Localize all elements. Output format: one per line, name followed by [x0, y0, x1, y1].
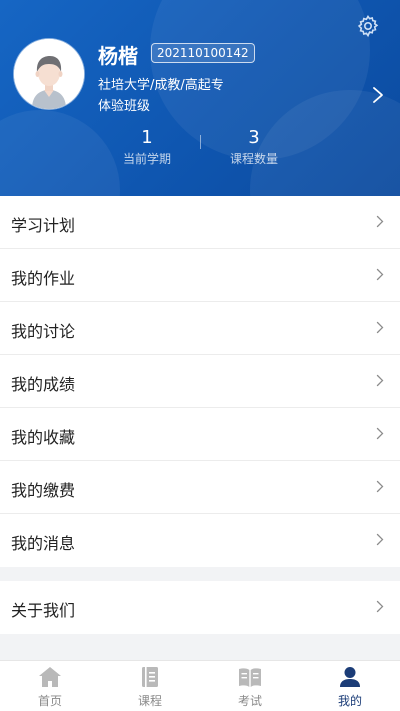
school-info: 社培大学/成教/高起专 [98, 78, 224, 93]
menu-item-discussion[interactable]: 我的讨论 [0, 302, 400, 355]
menu-item-label: 学习计划 [11, 216, 76, 235]
tab-label: 考试 [237, 694, 262, 708]
menu-item-homework[interactable]: 我的作业 [0, 249, 400, 302]
menu-item-label: 关于我们 [11, 601, 76, 620]
chevron-right-icon [376, 480, 384, 493]
menu-item-label: 我的成绩 [11, 375, 76, 394]
book-icon [142, 667, 158, 687]
chevron-right-icon [376, 374, 384, 387]
stat-course-count[interactable]: 3 课程数量 [204, 128, 304, 167]
profile-chevron-right-icon[interactable] [372, 86, 384, 104]
chevron-right-icon [376, 600, 384, 613]
menu-item-label: 我的作业 [11, 269, 76, 288]
chevron-right-icon [376, 427, 384, 440]
tab-label: 课程 [137, 694, 162, 708]
menu-item-messages[interactable]: 我的消息 [0, 514, 400, 567]
tab-exams[interactable]: 考试 [200, 661, 300, 711]
stat-divider [200, 135, 201, 149]
tab-home[interactable]: 首页 [0, 661, 100, 711]
chevron-right-icon [376, 321, 384, 334]
tab-mine[interactable]: 我的 [300, 661, 400, 711]
menu-item-payments[interactable]: 我的缴费 [0, 461, 400, 514]
settings-gear-icon[interactable] [356, 14, 380, 38]
stat-label: 当前学期 [122, 152, 171, 166]
menu-item-label: 我的缴费 [11, 481, 76, 500]
open-book-icon [239, 668, 261, 687]
tab-courses[interactable]: 课程 [100, 661, 200, 711]
home-icon [39, 667, 61, 687]
person-icon [340, 667, 360, 687]
default-avatar-icon [14, 39, 84, 109]
stat-value: 3 [248, 127, 260, 148]
stat-current-semester[interactable]: 1 当前学期 [97, 128, 197, 167]
class-name: 体验班级 [98, 99, 151, 114]
chevron-right-icon [376, 215, 384, 228]
profile-header: 杨楷 202110100142 社培大学/成教/高起专 体验班级 1 当前学期 … [0, 0, 400, 196]
menu-item-about-us[interactable]: 关于我们 [0, 581, 400, 634]
user-name: 杨楷 [98, 44, 138, 68]
student-id-badge: 202110100142 [151, 43, 255, 63]
menu-item-grades[interactable]: 我的成绩 [0, 355, 400, 408]
menu-list-secondary: 关于我们 [0, 581, 400, 634]
menu-item-label: 我的讨论 [11, 322, 76, 341]
menu-item-favorites[interactable]: 我的收藏 [0, 408, 400, 461]
stat-value: 1 [141, 127, 153, 148]
menu-list-main: 学习计划 我的作业 我的讨论 我的成绩 我的收藏 我的缴费 我的消息 [0, 196, 400, 567]
tab-label: 我的 [337, 694, 362, 708]
bottom-tab-bar: 首页 课程 考试 我的 [0, 660, 400, 711]
menu-item-label: 我的收藏 [11, 428, 76, 447]
tab-label: 首页 [37, 694, 62, 708]
chevron-right-icon [376, 533, 384, 546]
menu-item-label: 我的消息 [11, 534, 76, 553]
menu-item-study-plan[interactable]: 学习计划 [0, 196, 400, 249]
stat-label: 课程数量 [229, 152, 278, 166]
avatar[interactable] [14, 39, 84, 109]
chevron-right-icon [376, 268, 384, 281]
